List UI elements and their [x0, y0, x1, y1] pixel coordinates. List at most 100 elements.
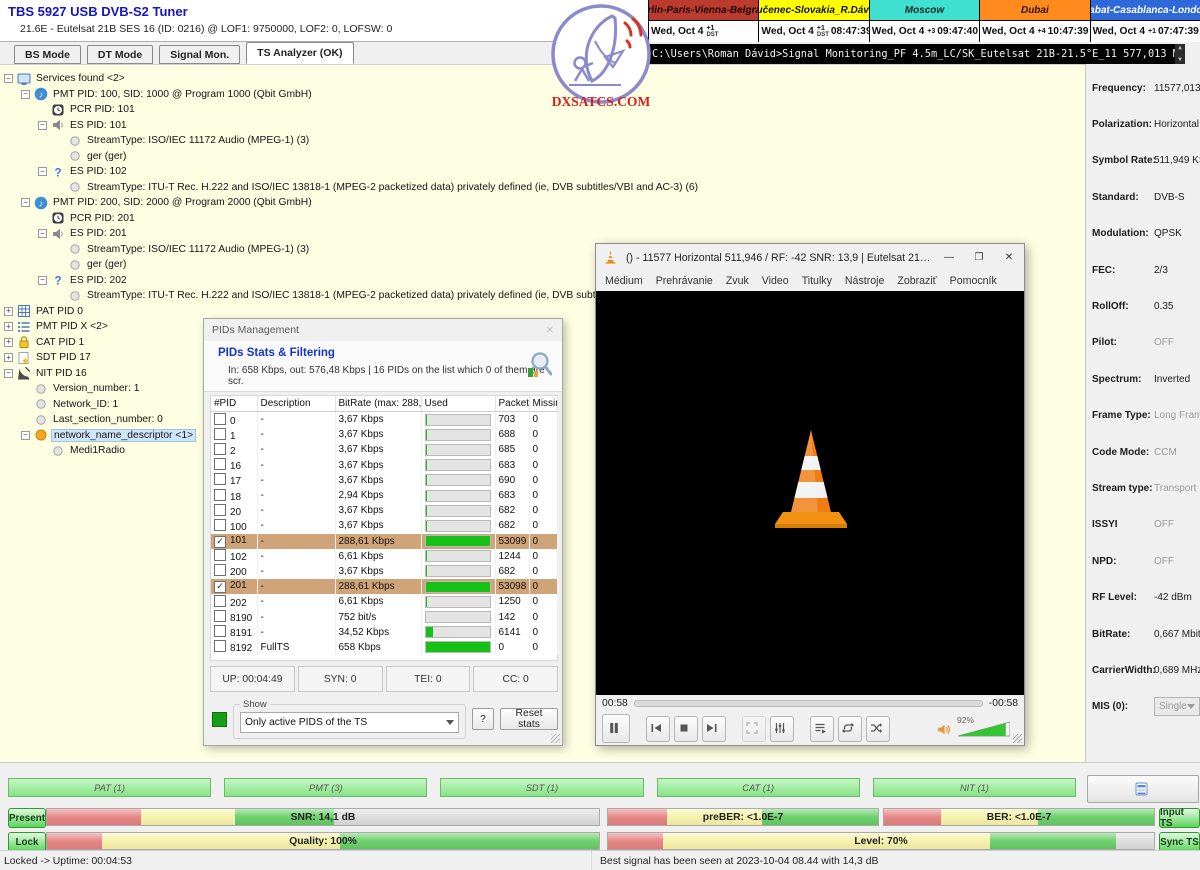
tree-node-label[interactable]: StreamType: ISO/IEC 11172 Audio (MPEG-1)… [85, 244, 311, 255]
scroll-up-icon[interactable]: ▲ [1178, 45, 1182, 51]
tab-signal-mon-[interactable]: Signal Mon. [159, 45, 240, 64]
pid-row[interactable]: 8192FullTS658 Kbps00 [211, 640, 557, 655]
tree-node-label[interactable]: ES PID: 201 [68, 228, 129, 239]
vlc-resize-grip[interactable] [1013, 734, 1022, 743]
pid-checkbox[interactable] [214, 443, 226, 455]
tree-node-label[interactable]: Network_ID: 1 [51, 399, 120, 410]
show-filter-select[interactable]: Only active PIDS of the TS [240, 712, 459, 733]
pid-checkbox[interactable] [214, 595, 226, 607]
pause-button[interactable] [602, 714, 630, 743]
pid-row[interactable]: 8190-752 bit/s1420 [211, 609, 557, 624]
pid-checkbox[interactable]: ✓ [214, 536, 226, 548]
menu-mdium[interactable]: Médium [605, 275, 643, 287]
tree-node-label[interactable]: Medi1Radio [68, 445, 127, 456]
vlc-titlebar[interactable]: () - 11577 Horizontal 511,946 / RF: -42 … [596, 244, 1024, 271]
pid-row[interactable]: 102-6,61 Kbps12440 [211, 549, 557, 564]
menu-video[interactable]: Video [762, 275, 789, 287]
tree-node-label[interactable]: PMT PID: 200, SID: 2000 @ Program 2000 (… [51, 197, 314, 208]
pid-checkbox[interactable] [214, 564, 226, 576]
pid-row[interactable]: 1-3,67 Kbps6880 [211, 427, 557, 442]
collapse-icon[interactable]: − [38, 229, 47, 238]
column-header[interactable]: Description [257, 396, 335, 412]
tree-node-label[interactable]: ES PID: 102 [68, 166, 129, 177]
pid-checkbox[interactable]: ✓ [214, 581, 226, 593]
expand-icon[interactable]: + [4, 338, 13, 347]
resize-grip[interactable] [551, 734, 560, 743]
pid-row[interactable]: 18-2,94 Kbps6830 [211, 488, 557, 503]
tree-node-label[interactable]: PCR PID: 101 [68, 104, 137, 115]
collapse-icon[interactable]: − [38, 121, 47, 130]
tab-ts-analyzer-ok-[interactable]: TS Analyzer (OK) [246, 42, 353, 64]
tree-node-label[interactable]: Last_section_number: 0 [51, 414, 165, 425]
pid-checkbox[interactable] [214, 640, 226, 652]
tree-node-label[interactable]: PMT PID: 100, SID: 1000 @ Program 1000 (… [51, 89, 314, 100]
vlc-seek-bar[interactable] [634, 700, 983, 707]
pid-checkbox[interactable] [214, 504, 226, 516]
collapse-icon[interactable]: − [38, 276, 47, 285]
random-button[interactable] [866, 716, 890, 742]
pid-checkbox[interactable] [214, 428, 226, 440]
pid-row[interactable]: 16-3,67 Kbps6830 [211, 458, 557, 473]
tree-node-label[interactable]: PMT PID X <2> [34, 321, 110, 332]
extended-settings-button[interactable] [770, 716, 794, 742]
tree-node[interactable]: PCR PID: 201 [4, 211, 700, 227]
pid-row[interactable]: ✓101-288,61 Kbps530990 [211, 534, 557, 549]
fullscreen-button[interactable] [742, 716, 766, 742]
tree-node-label[interactable]: ES PID: 202 [68, 275, 129, 286]
collapse-icon[interactable]: − [38, 167, 47, 176]
tree-node-label[interactable]: network_name_descriptor <1> [51, 429, 196, 442]
menu-titulky[interactable]: Titulky [802, 275, 832, 287]
tab-dt-mode[interactable]: DT Mode [87, 45, 153, 64]
tree-node-label[interactable]: CAT PID 1 [34, 337, 86, 348]
expand-icon[interactable]: + [4, 307, 13, 316]
scroll-down-icon[interactable]: ▼ [1178, 57, 1182, 63]
column-header[interactable]: BitRate (max: 288,61 Kb... [335, 396, 421, 412]
menu-nstroje[interactable]: Nástroje [845, 275, 884, 287]
close-button[interactable]: ✕ [994, 244, 1024, 271]
pid-checkbox[interactable] [214, 489, 226, 501]
table-list-button[interactable] [1087, 775, 1199, 803]
collapse-icon[interactable]: − [4, 74, 13, 83]
reset-stats-button[interactable]: Reset stats [500, 708, 558, 730]
pid-row[interactable]: ✓201-288,61 Kbps530980 [211, 579, 557, 594]
loop-button[interactable] [838, 716, 862, 742]
pid-row[interactable]: 0-3,67 Kbps7030 [211, 412, 557, 428]
sync-ts-button[interactable]: Sync TS [1159, 832, 1200, 852]
tree-node[interactable]: −♪PMT PID: 200, SID: 2000 @ Program 2000… [4, 195, 700, 211]
tree-node-label[interactable]: PAT PID 0 [34, 306, 85, 317]
menu-pomocnk[interactable]: Pomocník [950, 275, 997, 287]
pid-row[interactable]: 202-6,61 Kbps12500 [211, 594, 557, 609]
stop-button[interactable] [674, 716, 698, 742]
collapse-icon[interactable]: − [21, 90, 30, 99]
tree-node-label[interactable]: ger (ger) [85, 259, 128, 270]
tree-node[interactable]: − ES PID: 201 [4, 226, 700, 242]
tree-node[interactable]: StreamType: ITU-T Rec. H.222 and ISO/IEC… [4, 180, 700, 196]
tree-node-label[interactable]: ger (ger) [85, 151, 128, 162]
pid-checkbox[interactable] [214, 625, 226, 637]
console-scrollbar[interactable]: ▲ ▼ [1175, 44, 1185, 64]
column-header[interactable]: Used [421, 396, 495, 412]
collapse-icon[interactable]: − [21, 431, 30, 440]
collapse-icon[interactable]: − [4, 369, 13, 378]
pid-row[interactable]: 20-3,67 Kbps6820 [211, 503, 557, 518]
tree-node-label[interactable]: StreamType: ISO/IEC 11172 Audio (MPEG-1)… [85, 135, 311, 146]
column-header[interactable]: Missing [529, 396, 557, 412]
pids-window-titlebar[interactable]: PIDs Management ✕ [204, 319, 562, 341]
present-button[interactable]: Present [8, 808, 46, 828]
next-button[interactable] [702, 716, 726, 742]
menu-zvuk[interactable]: Zvuk [726, 275, 749, 287]
expand-icon[interactable]: + [4, 322, 13, 331]
tree-node[interactable]: −ES PID: 101 [4, 118, 700, 134]
tree-node-label[interactable]: NIT PID 16 [34, 368, 89, 379]
pid-checkbox[interactable] [214, 458, 226, 470]
pids-table-header[interactable]: #PID^DescriptionBitRate (max: 288,61 Kb.… [211, 396, 557, 412]
tree-node[interactable]: −?ES PID: 102 [4, 164, 700, 180]
tree-node-label[interactable]: StreamType: ITU-T Rec. H.222 and ISO/IEC… [85, 182, 700, 193]
tree-node-label[interactable]: SDT PID 17 [34, 352, 93, 363]
pid-row[interactable]: 100-3,67 Kbps6820 [211, 518, 557, 533]
pid-row[interactable]: 17-3,67 Kbps6900 [211, 473, 557, 488]
pid-checkbox[interactable] [214, 519, 226, 531]
search-icon[interactable] [526, 351, 552, 379]
tree-node-label[interactable]: PCR PID: 201 [68, 213, 137, 224]
help-button[interactable]: ? [472, 708, 494, 730]
